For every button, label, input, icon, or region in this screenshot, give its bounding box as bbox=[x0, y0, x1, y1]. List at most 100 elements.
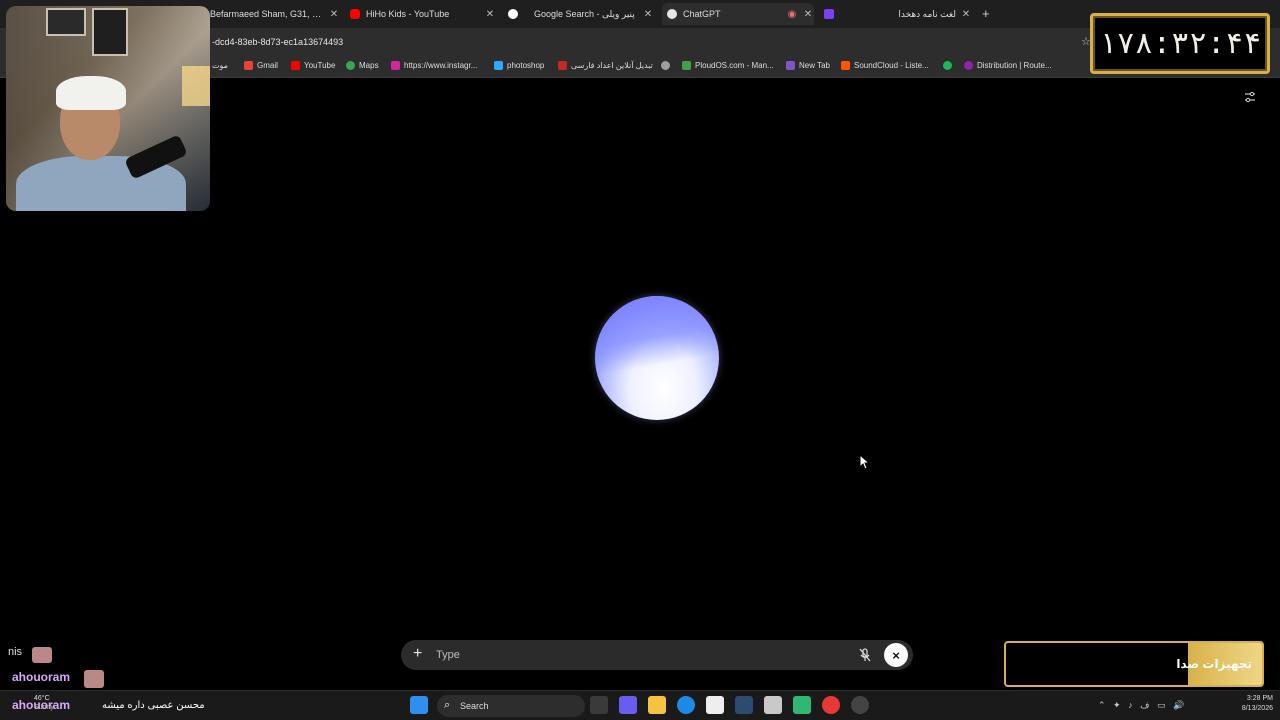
bookmark-label: https://www.instagr... bbox=[404, 61, 478, 70]
bookmark-label: PloudOS.com - Man... bbox=[695, 61, 774, 70]
tab-close-icon[interactable]: ✕ bbox=[642, 9, 654, 20]
bookmark-item[interactable]: موت bbox=[212, 61, 228, 70]
message-input[interactable]: Type bbox=[436, 649, 460, 661]
tab-label: Google Search - پنیر ویلی bbox=[534, 8, 635, 19]
sponsor-text: تجهیزات صدا bbox=[1176, 657, 1252, 671]
overlay-caption: محسن عصبی داره میشه bbox=[102, 700, 205, 711]
chat-avatar bbox=[84, 670, 104, 688]
bookmark-label: Distribution | Route... bbox=[977, 61, 1052, 70]
bookmark-favicon-icon bbox=[558, 61, 567, 70]
tab-google-pinned[interactable] bbox=[508, 3, 528, 25]
youtube-icon bbox=[350, 9, 360, 19]
start-button-windows-icon[interactable] bbox=[410, 696, 428, 714]
stream-timer-badge: ۱۷۸:۳۲:۴۴ bbox=[1090, 13, 1270, 74]
youtube-icon bbox=[291, 61, 300, 70]
bookmark-maps[interactable]: Maps bbox=[346, 61, 379, 70]
tab-label: Befarmaeed Sham, G31, E3 | ...ی... bbox=[210, 8, 324, 19]
clock-time[interactable]: 3:28 PM bbox=[1229, 695, 1273, 702]
tab-close-icon[interactable]: ✕ bbox=[484, 9, 496, 20]
app-icon[interactable] bbox=[764, 696, 782, 714]
tab-label: ChatGPT bbox=[683, 9, 721, 19]
bookmark-label: YouTube bbox=[304, 61, 336, 70]
windows-taskbar: ahouoram 46°C Sunny محسن عصبی داره میشه … bbox=[0, 690, 1280, 720]
voice-settings-icon[interactable] bbox=[1244, 91, 1258, 105]
end-voice-button[interactable]: × bbox=[884, 643, 908, 667]
bookmark-label: photoshop bbox=[507, 61, 545, 70]
chat-message: nis bbox=[8, 646, 23, 658]
app-icon[interactable] bbox=[793, 696, 811, 714]
wall-frame bbox=[92, 8, 128, 56]
chatgpt-icon bbox=[667, 9, 677, 19]
bookmark-label: Maps bbox=[359, 61, 379, 70]
bookmark-distribution[interactable]: Distribution | Route... bbox=[964, 61, 1052, 70]
bookmark-label: Gmail bbox=[257, 61, 278, 70]
bookmark-gmail[interactable]: Gmail bbox=[244, 61, 278, 70]
search-label: Search bbox=[460, 701, 489, 711]
copilot-icon[interactable] bbox=[619, 696, 637, 714]
task-view-icon[interactable] bbox=[590, 696, 608, 714]
tab-favicon-icon bbox=[824, 9, 834, 19]
tab-hiho-kids[interactable]: HiHo Kids - YouTube ✕ bbox=[350, 3, 496, 25]
mic-off-icon[interactable] bbox=[857, 647, 873, 663]
taskbar-search[interactable]: ⌕ Search bbox=[437, 695, 585, 717]
maps-pin-icon bbox=[346, 61, 355, 70]
photoshop-icon bbox=[494, 61, 503, 70]
bookmark-label: SoundCloud - Liste... bbox=[854, 61, 929, 70]
edge-icon[interactable] bbox=[677, 696, 695, 714]
bookmark-label: تبدیل آنلاین اعداد فارسی bbox=[571, 61, 653, 70]
bookmark-favicon-icon bbox=[786, 61, 795, 70]
url-field[interactable]: -dcd4-83eb-8d73-ec1a13674493 bbox=[212, 37, 343, 47]
bookmark-spotify[interactable] bbox=[943, 61, 956, 70]
soundcloud-icon bbox=[841, 61, 850, 70]
webcam-overlay bbox=[6, 6, 210, 211]
bookmark-farsi-numbers[interactable]: تبدیل آنلاین اعداد فارسی bbox=[558, 61, 653, 70]
clock-date[interactable]: 8/13/2026 bbox=[1229, 705, 1273, 712]
bookmark-youtube[interactable]: YouTube bbox=[291, 61, 335, 70]
weather-temp[interactable]: 46°C bbox=[34, 695, 50, 702]
voice-input-bar: + Type × bbox=[401, 640, 913, 670]
add-attachment-button[interactable]: + bbox=[413, 645, 422, 663]
globe-icon bbox=[661, 61, 670, 70]
tab-purple[interactable] bbox=[824, 3, 844, 25]
tab-befarmaeed[interactable]: Befarmaeed Sham, G31, E3 | ...ی... ✕ bbox=[194, 3, 340, 25]
bookmark-soundcloud[interactable]: SoundCloud - Liste... bbox=[841, 61, 929, 70]
wall-frame bbox=[46, 8, 86, 36]
bookmark-instagram[interactable]: https://www.instagr... bbox=[391, 61, 477, 70]
chat-avatar bbox=[32, 647, 52, 663]
store-icon[interactable] bbox=[706, 696, 724, 714]
steam-icon[interactable] bbox=[735, 696, 753, 714]
sponsor-badge: تجهیزات صدا bbox=[1004, 641, 1264, 687]
tab-google-search[interactable]: Google Search - پنیر ویلی ✕ bbox=[534, 3, 654, 25]
tab-close-icon[interactable]: ✕ bbox=[802, 9, 814, 20]
new-tab-button[interactable]: + bbox=[982, 6, 990, 21]
tab-chatgpt[interactable]: ChatGPT ◉ ✕ bbox=[662, 3, 814, 25]
spotify-icon bbox=[943, 61, 952, 70]
weather-desc: Sunny bbox=[34, 704, 54, 711]
stream-timer-text: ۱۷۸:۳۲:۴۴ bbox=[1098, 26, 1262, 61]
lamp-light bbox=[182, 66, 210, 106]
bookmark-label: New Tab bbox=[799, 61, 830, 70]
instagram-icon bbox=[391, 61, 400, 70]
ploudos-icon bbox=[682, 61, 691, 70]
bookmark-photoshop[interactable]: photoshop bbox=[494, 61, 544, 70]
tab-label: HiHo Kids - YouTube bbox=[366, 9, 450, 19]
gmail-icon bbox=[244, 61, 253, 70]
voice-mode-orb bbox=[595, 296, 719, 420]
tab-label: لغت نامه دهخدا bbox=[898, 8, 956, 19]
chrome-icon[interactable] bbox=[822, 696, 840, 714]
bookmark-ploudos[interactable]: PloudOS.com - Man... bbox=[682, 61, 774, 70]
bookmark-new-tab[interactable]: New Tab bbox=[786, 61, 830, 70]
tab-close-icon[interactable]: ✕ bbox=[328, 9, 340, 20]
chatgpt-icon[interactable] bbox=[851, 696, 869, 714]
tab-dehkhoda[interactable]: لغت نامه دهخدا ✕ bbox=[850, 3, 972, 25]
file-explorer-icon[interactable] bbox=[648, 696, 666, 714]
tab-close-icon[interactable]: ✕ bbox=[960, 9, 972, 20]
chat-username: ahouoram bbox=[12, 670, 71, 684]
search-icon: ⌕ bbox=[444, 699, 451, 711]
recording-dot-icon: ◉ bbox=[787, 8, 797, 20]
bookmark-globe[interactable] bbox=[661, 61, 674, 70]
google-icon bbox=[508, 9, 518, 19]
bookmark-label: موت bbox=[212, 61, 228, 70]
system-tray[interactable]: ⌃ ✦ ♪ ف ▭ 🔊 bbox=[1098, 700, 1184, 711]
mouse-cursor-icon bbox=[859, 454, 871, 470]
